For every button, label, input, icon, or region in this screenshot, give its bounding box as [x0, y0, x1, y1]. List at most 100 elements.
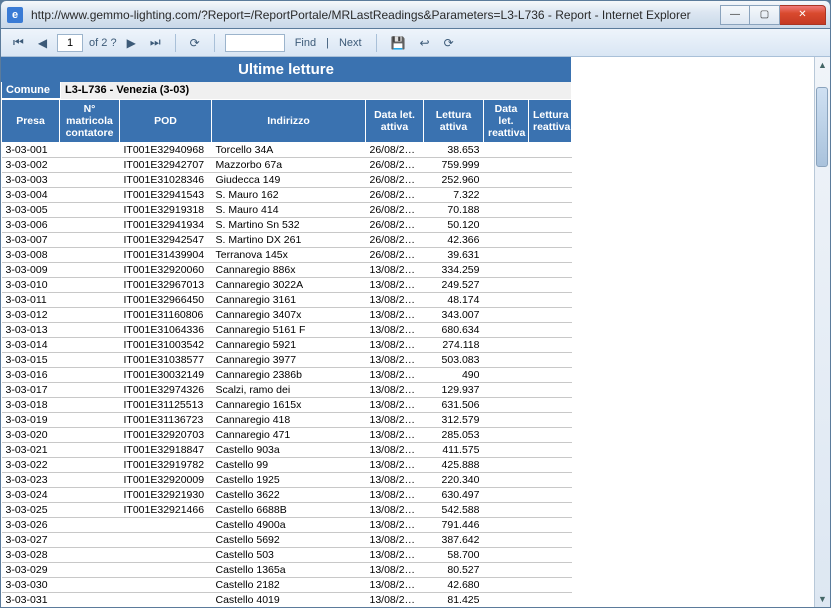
cell-data_reattiva	[484, 188, 529, 203]
cell-presa: 3-03-029	[2, 563, 60, 578]
next-page-button[interactable]: ▶	[123, 34, 140, 52]
col-lettura-attiva[interactable]: Lettura attiva	[424, 100, 484, 143]
first-page-button[interactable]: ⏮	[9, 33, 28, 52]
scroll-up-icon[interactable]: ▲	[815, 57, 830, 73]
cell-data_reattiva	[484, 308, 529, 323]
cell-data_reattiva	[484, 413, 529, 428]
cell-presa: 3-03-010	[2, 278, 60, 293]
window-maximize-button[interactable]: ▢	[750, 5, 780, 25]
table-row[interactable]: 3-03-024IT001E32921930Castello 362213/08…	[2, 488, 572, 503]
table-row[interactable]: 3-03-018IT001E31125513Cannaregio 1615x13…	[2, 398, 572, 413]
reload-button[interactable]: ⟳	[440, 34, 458, 52]
table-row[interactable]: 3-03-010IT001E32967013Cannaregio 3022A13…	[2, 278, 572, 293]
table-row[interactable]: 3-03-008IT001E31439904Terranova 145x26/0…	[2, 248, 572, 263]
cell-data_reattiva	[484, 473, 529, 488]
report-viewport[interactable]: Ultime letture Comune L3-L736 - Venezia …	[1, 57, 830, 607]
cell-matricola	[60, 398, 120, 413]
cell-matricola	[60, 578, 120, 593]
cell-lettura_reattiva	[529, 593, 572, 608]
table-row[interactable]: 3-03-020IT001E32920703Cannaregio 47113/0…	[2, 428, 572, 443]
cell-data_attiva: 13/08/2013	[366, 383, 424, 398]
cell-indirizzo: Mazzorbo 67a	[212, 158, 366, 173]
col-data-reattiva[interactable]: Data let. reattiva	[484, 100, 529, 143]
cell-lettura_attiva: 542.588	[424, 503, 484, 518]
table-row[interactable]: 3-03-012IT001E31160806Cannaregio 3407x13…	[2, 308, 572, 323]
cell-lettura_attiva: 343.007	[424, 308, 484, 323]
table-row[interactable]: 3-03-014IT001E31003542Cannaregio 592113/…	[2, 338, 572, 353]
window-minimize-button[interactable]: —	[720, 5, 750, 25]
refresh-button[interactable]: ⟳	[186, 34, 204, 52]
cell-pod: IT001E32920703	[120, 428, 212, 443]
cell-indirizzo: S. Martino DX 261	[212, 233, 366, 248]
find-next-button[interactable]: Next	[335, 35, 366, 51]
window-titlebar: e http://www.gemmo-lighting.com/?Report=…	[0, 0, 831, 28]
cell-data_attiva: 26/08/2013	[366, 173, 424, 188]
col-lettura-reattiva[interactable]: Lettura reattiva	[529, 100, 572, 143]
window-close-button[interactable]: ✕	[780, 5, 826, 25]
table-row[interactable]: 3-03-001IT001E32940968Torcello 34A26/08/…	[2, 143, 572, 158]
col-indirizzo[interactable]: Indirizzo	[212, 100, 366, 143]
find-input[interactable]	[225, 34, 285, 52]
table-row[interactable]: 3-03-005IT001E32919318S. Mauro 41426/08/…	[2, 203, 572, 218]
cell-pod: IT001E32967013	[120, 278, 212, 293]
find-button[interactable]: Find	[291, 35, 320, 51]
table-row[interactable]: 3-03-015IT001E31038577Cannaregio 397713/…	[2, 353, 572, 368]
table-row[interactable]: 3-03-009IT001E32920060Cannaregio 886x13/…	[2, 263, 572, 278]
cell-pod: IT001E31003542	[120, 338, 212, 353]
cell-presa: 3-03-021	[2, 443, 60, 458]
cell-lettura_attiva: 58.700	[424, 548, 484, 563]
table-row[interactable]: 3-03-023IT001E32920009Castello 192513/08…	[2, 473, 572, 488]
vertical-scrollbar[interactable]: ▲ ▼	[814, 57, 830, 607]
cell-lettura_reattiva	[529, 338, 572, 353]
col-matricola[interactable]: N° matricola contatore	[60, 100, 120, 143]
table-row[interactable]: 3-03-026Castello 4900a13/08/2013791.446	[2, 518, 572, 533]
table-row[interactable]: 3-03-004IT001E32941543S. Mauro 16226/08/…	[2, 188, 572, 203]
table-row[interactable]: 3-03-003IT001E31028346Giudecca 14926/08/…	[2, 173, 572, 188]
cell-lettura_reattiva	[529, 458, 572, 473]
scroll-down-icon[interactable]: ▼	[815, 591, 830, 607]
table-row[interactable]: 3-03-019IT001E31136723Cannaregio 41813/0…	[2, 413, 572, 428]
prev-page-button[interactable]: ◀	[34, 34, 51, 52]
cell-lettura_reattiva	[529, 233, 572, 248]
table-row[interactable]: 3-03-007IT001E32942547S. Martino DX 2612…	[2, 233, 572, 248]
col-pod[interactable]: POD	[120, 100, 212, 143]
col-data-attiva[interactable]: Data let. attiva	[366, 100, 424, 143]
scroll-thumb[interactable]	[816, 87, 828, 167]
cell-presa: 3-03-022	[2, 458, 60, 473]
col-presa[interactable]: Presa	[2, 100, 60, 143]
cell-presa: 3-03-011	[2, 293, 60, 308]
cell-matricola	[60, 353, 120, 368]
last-page-button[interactable]: ⏭	[146, 33, 165, 52]
table-row[interactable]: 3-03-006IT001E32941934S. Martino Sn 5322…	[2, 218, 572, 233]
table-row[interactable]: 3-03-013IT001E31064336Cannaregio 5161 F1…	[2, 323, 572, 338]
export-button[interactable]: 💾	[387, 34, 410, 52]
cell-data_attiva: 13/08/2013	[366, 308, 424, 323]
cell-pod: IT001E31064336	[120, 323, 212, 338]
cell-data_reattiva	[484, 383, 529, 398]
cell-pod: IT001E32942707	[120, 158, 212, 173]
cell-pod: IT001E32974326	[120, 383, 212, 398]
cell-matricola	[60, 248, 120, 263]
table-row[interactable]: 3-03-017IT001E32974326Scalzi, ramo dei13…	[2, 383, 572, 398]
cell-data_reattiva	[484, 428, 529, 443]
table-row[interactable]: 3-03-016IT001E30032149Cannaregio 2386b13…	[2, 368, 572, 383]
page-number-input[interactable]	[57, 34, 83, 52]
table-row[interactable]: 3-03-011IT001E32966450Cannaregio 316113/…	[2, 293, 572, 308]
back-parent-button[interactable]: ↩	[416, 34, 434, 52]
cell-indirizzo: Castello 99	[212, 458, 366, 473]
table-row[interactable]: 3-03-030Castello 218213/08/201342.680	[2, 578, 572, 593]
table-row[interactable]: 3-03-022IT001E32919782Castello 9913/08/2…	[2, 458, 572, 473]
table-row[interactable]: 3-03-031Castello 401913/08/201381.425	[2, 593, 572, 608]
cell-pod: IT001E32919318	[120, 203, 212, 218]
table-row[interactable]: 3-03-028Castello 50313/08/201358.700	[2, 548, 572, 563]
cell-pod: IT001E32941934	[120, 218, 212, 233]
table-row[interactable]: 3-03-029Castello 1365a13/08/201380.527	[2, 563, 572, 578]
cell-data_attiva: 13/08/2013	[366, 533, 424, 548]
cell-matricola	[60, 293, 120, 308]
table-row[interactable]: 3-03-027Castello 569213/08/2013387.642	[2, 533, 572, 548]
table-row[interactable]: 3-03-021IT001E32918847Castello 903a13/08…	[2, 443, 572, 458]
table-row[interactable]: 3-03-002IT001E32942707Mazzorbo 67a26/08/…	[2, 158, 572, 173]
cell-data_reattiva	[484, 278, 529, 293]
cell-lettura_reattiva	[529, 323, 572, 338]
table-row[interactable]: 3-03-025IT001E32921466Castello 6688B13/0…	[2, 503, 572, 518]
